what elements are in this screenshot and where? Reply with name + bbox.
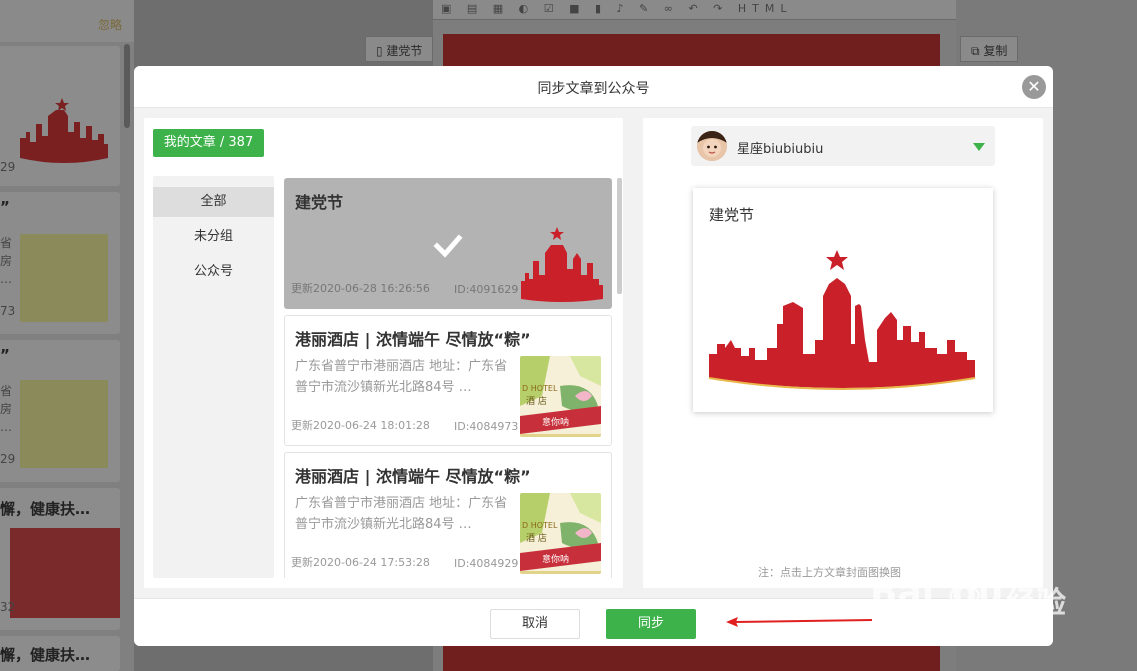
group-item-official-account[interactable]: 公众号 — [153, 257, 274, 287]
article-id: ID:4084929 — [454, 557, 519, 570]
bg-list-item-line: … — [0, 272, 12, 286]
group-item-all[interactable]: 全部 — [153, 187, 274, 217]
article-list-scrollbar[interactable] — [617, 178, 622, 294]
group-list: 全部 未分组 公众号 — [153, 176, 274, 578]
close-icon: ✕ — [1027, 77, 1041, 96]
bg-list-item-title: ” — [0, 346, 10, 364]
article-card[interactable]: 港丽酒店 | 浓情端午 尽情放“粽” 广东省普宁市港丽酒店 地址：广东省普宁市流… — [284, 315, 612, 446]
avatar — [697, 131, 727, 161]
cover-preview[interactable]: 建党节 — [693, 188, 993, 412]
article-updated: 更新2020-06-24 17:53:28 — [291, 556, 430, 569]
bg-list-item-line: 省 — [0, 384, 13, 398]
bg-list-item: 29 — [0, 46, 120, 186]
bg-tab-article: ▯ 建党节 — [365, 36, 434, 62]
bg-editor-cover-bottom — [443, 646, 940, 671]
close-button[interactable]: ✕ — [1022, 75, 1046, 99]
bg-copy-button: ⧉ 复制 — [960, 36, 1019, 62]
bg-ignore-link: 忽略 — [97, 18, 122, 32]
red-arrow-annotation — [726, 617, 873, 627]
article-desc: 广东省普宁市港丽酒店 地址：广东省普宁市流沙镇新光北路84号 … — [295, 359, 508, 395]
my-articles-button[interactable]: 我的文章 / 387 — [153, 129, 264, 157]
hotel-cn-text: 酒 店 — [526, 534, 547, 544]
bg-list-item: 懈，健康扶… 32 — [0, 488, 120, 630]
bg-list-item-line: 29 — [0, 452, 16, 466]
bg-list-item: ” 省 房 … 29 — [0, 340, 120, 482]
check-icon — [433, 234, 463, 258]
banner-text: 意你呐 — [542, 418, 570, 428]
hotel-cn-text: 酒 店 — [526, 397, 547, 407]
bg-list-item-line: … — [0, 420, 12, 434]
watermark-url: jingyan.baidu.com — [872, 618, 1029, 638]
group-item-ungrouped[interactable]: 未分组 — [153, 222, 274, 252]
article-id: ID:4091629 — [454, 283, 519, 296]
bg-skyline-thumb — [20, 98, 108, 163]
hotel-brand-text: D HOTEL — [522, 521, 558, 530]
bg-list-item-date: 29 — [0, 160, 16, 174]
watermark-brand-2: du — [952, 572, 1004, 613]
bg-list-item: 懈，健康扶… — [0, 636, 120, 671]
article-title: 港丽酒店 | 浓情端午 尽情放“粽” — [295, 467, 531, 486]
article-panel: 我的文章 / 387 全部 未分组 公众号 建党节 更新2020-06-28 1… — [144, 118, 623, 588]
bg-list-item-line: 房 — [0, 402, 13, 416]
bg-list-item-title: 懈，健康扶… — [0, 646, 91, 664]
dialog-header: 同步文章到公众号 ✕ — [134, 66, 1053, 108]
article-id: ID:4084973 — [454, 420, 519, 433]
baidu-jingyan-watermark: Bai du 经验 jingyan.baidu.com — [870, 548, 1080, 643]
bg-building-thumb — [10, 528, 120, 618]
article-desc: 广东省普宁市港丽酒店 地址：广东省普宁市流沙镇新光北路84号 … — [295, 496, 508, 532]
hotel-thumbnail: D HOTEL 酒 店 意你呐 — [520, 356, 601, 437]
bg-list-item-line: 省 — [0, 236, 13, 250]
watermark-brand: Bai — [870, 572, 935, 613]
article-updated: 更新2020-06-28 16:26:56 — [291, 282, 430, 295]
bg-list-item-line: 73 — [0, 304, 16, 318]
banner-text: 意你呐 — [542, 555, 570, 565]
skyline-cover-image — [708, 250, 976, 390]
preview-panel: 星座biubiubiu 建党节 注：点击上方文章封面图换图 — [643, 118, 1043, 588]
bg-html-label: HTML — [737, 2, 793, 15]
hotel-thumbnail: D HOTEL 酒 店 意你呐 — [520, 493, 601, 574]
hotel-brand-text: D HOTEL — [522, 384, 558, 393]
bg-list-item-title: ” — [0, 198, 10, 216]
bg-list-item-line: 32 — [0, 600, 16, 614]
account-select[interactable]: 星座biubiubiu — [691, 126, 995, 166]
chevron-down-icon — [973, 143, 985, 151]
bg-hotel-thumb — [20, 380, 108, 468]
article-card-selected[interactable]: 建党节 更新2020-06-28 16:26:56 ID:4091629 — [284, 178, 612, 309]
bg-list-item-title: 懈，健康扶… — [0, 500, 91, 518]
article-card[interactable]: 港丽酒店 | 浓情端午 尽情放“粽” 广东省普宁市港丽酒店 地址：广东省普宁市流… — [284, 452, 612, 578]
watermark-cn: 经验 — [1006, 586, 1066, 621]
bg-editor-toolbar: ▣ ▤ ▦ ◐ ☑ ■ ▮ ♪ ✎ ∞ ↶ ↷ HTML — [433, 0, 956, 20]
bg-list-item-line: 房 — [0, 254, 13, 268]
account-name: 星座biubiubiu — [737, 142, 824, 157]
article-title: 建党节 — [295, 193, 344, 212]
bg-hotel-thumb — [20, 234, 108, 322]
bg-scrollbar — [124, 44, 130, 128]
dialog-title: 同步文章到公众号 — [537, 81, 650, 97]
cancel-button[interactable]: 取消 — [490, 609, 580, 639]
article-list: 建党节 更新2020-06-28 16:26:56 ID:4091629 港丽酒… — [284, 178, 613, 578]
article-updated: 更新2020-06-24 18:01:28 — [291, 419, 430, 432]
skyline-thumbnail — [521, 227, 603, 302]
bg-sidebar-header: 忽略 — [0, 0, 134, 42]
preview-title: 建党节 — [709, 206, 755, 224]
article-title: 港丽酒店 | 浓情端午 尽情放“粽” — [295, 330, 531, 349]
sync-button[interactable]: 同步 — [606, 609, 696, 639]
bg-list-item: ” 省 房 … 73 — [0, 192, 120, 334]
avatar-image — [697, 131, 727, 161]
